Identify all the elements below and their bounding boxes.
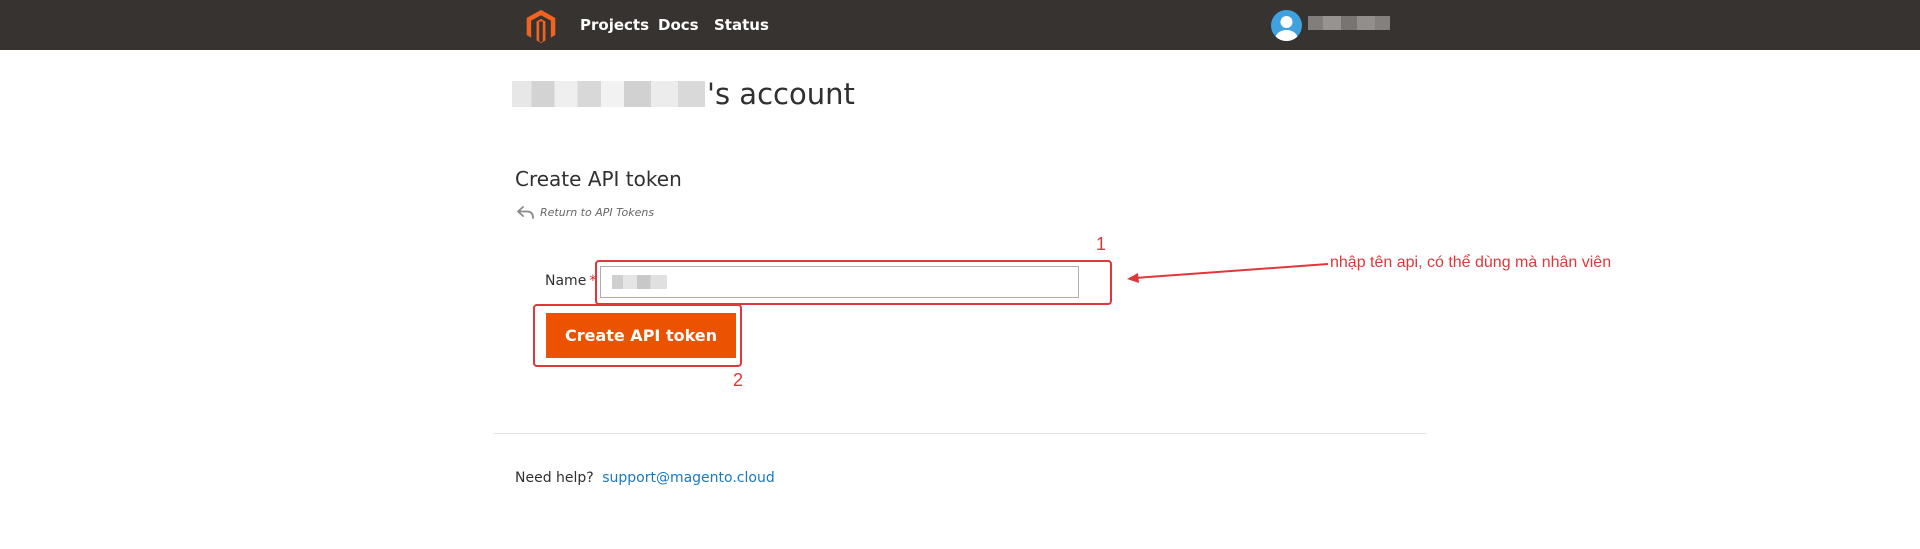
annotation-box-create-button: [533, 304, 742, 367]
return-to-api-tokens-link[interactable]: Return to API Tokens: [517, 205, 654, 220]
return-arrow-icon: [517, 206, 534, 219]
page-title: 's account: [512, 76, 855, 112]
user-avatar-icon[interactable]: [1271, 10, 1302, 41]
support-email-link[interactable]: support@magento.cloud: [602, 470, 775, 486]
annotation-box-name-field: [595, 260, 1112, 305]
return-link-label: Return to API Tokens: [540, 206, 655, 219]
annotation-step-1: 1: [1096, 234, 1107, 254]
magento-logo-icon[interactable]: [524, 9, 558, 43]
help-section: Need help? support@magento.cloud: [515, 470, 775, 486]
account-name-redacted: [512, 81, 705, 107]
nav-status-link[interactable]: Status: [714, 16, 769, 34]
help-text: Need help?: [515, 470, 594, 486]
page-title-suffix: 's account: [707, 77, 855, 111]
divider: [494, 433, 1426, 434]
section-title: Create API token: [515, 167, 682, 191]
annotation-note: nhập tên api, có thể dùng mà nhân viên: [1330, 254, 1612, 271]
top-navigation-bar: Projects Docs Status: [0, 0, 1920, 50]
name-field-label: Name *: [545, 273, 596, 289]
nav-projects-link[interactable]: Projects: [580, 16, 649, 34]
user-name-redacted[interactable]: [1308, 16, 1390, 30]
annotation-arrow-icon: [1127, 263, 1329, 283]
annotation-step-2: 2: [733, 370, 744, 390]
name-label-text: Name: [545, 273, 587, 289]
nav-docs-link[interactable]: Docs: [658, 16, 699, 34]
